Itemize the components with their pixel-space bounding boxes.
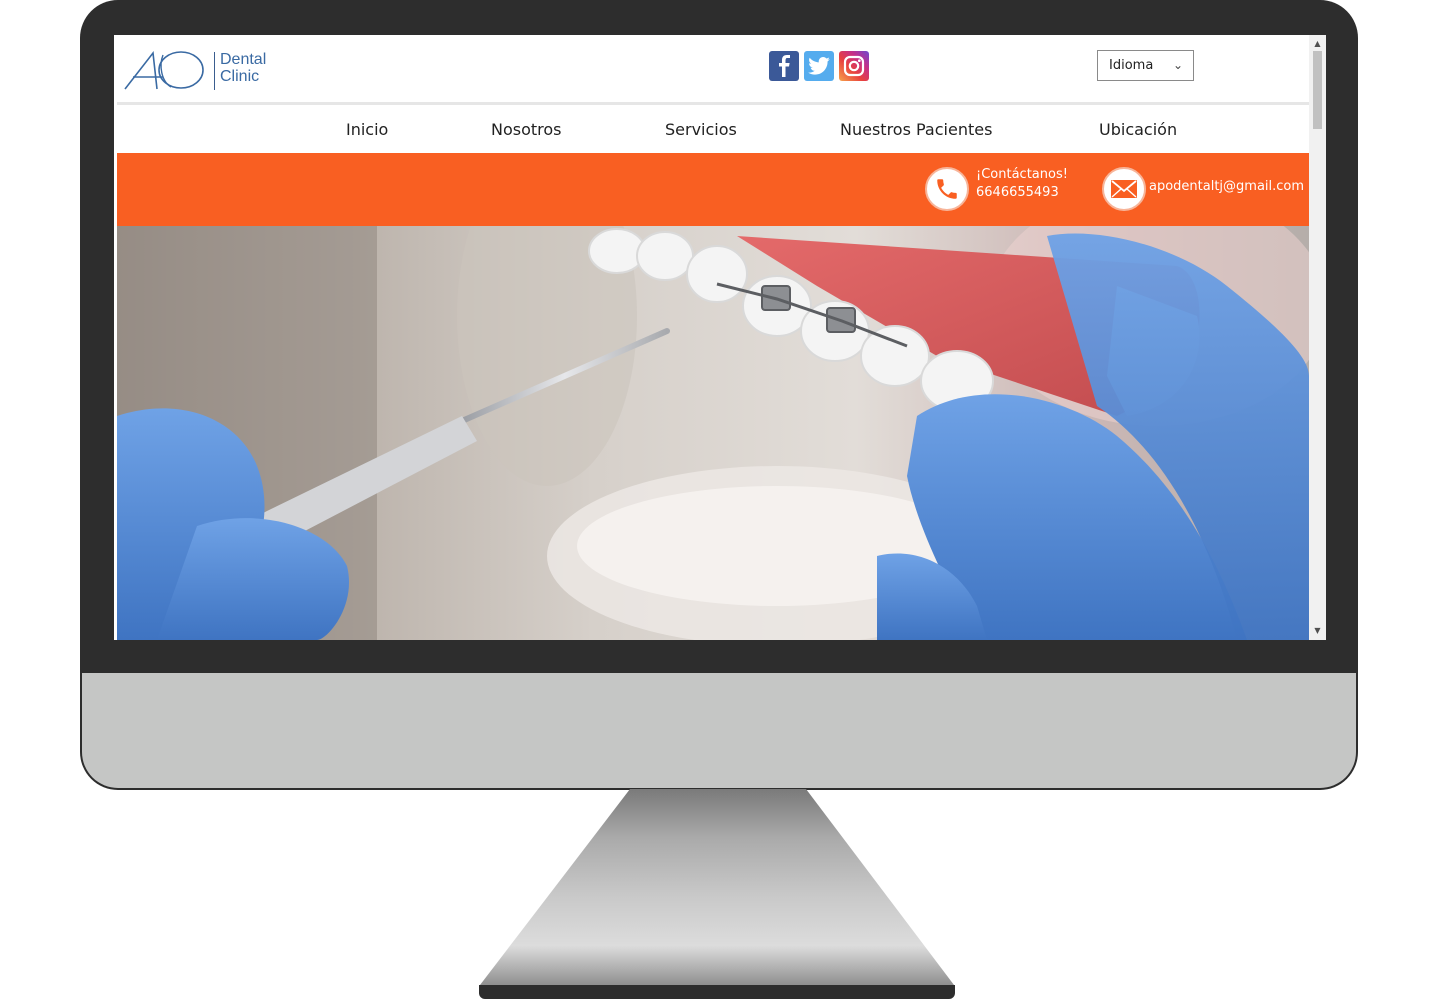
hero-dental-braces-illustration bbox=[117, 226, 1309, 640]
instagram-icon[interactable] bbox=[839, 51, 869, 81]
logo-line-dental: Dental bbox=[220, 51, 267, 68]
language-select-value: Idioma bbox=[1109, 58, 1154, 73]
contact-phone-block: ¡Contáctanos! 6646655493 bbox=[976, 166, 1068, 202]
social-links bbox=[769, 51, 869, 81]
monitor-stand bbox=[480, 789, 954, 985]
contact-email[interactable]: apodentaltj@gmail.com bbox=[1149, 178, 1304, 196]
browser-viewport: Dental Clinic Idioma ⌄ Inicio Nosotros S… bbox=[114, 35, 1326, 640]
email-icon[interactable] bbox=[1102, 167, 1146, 211]
contact-heading: ¡Contáctanos! bbox=[976, 167, 1068, 182]
main-nav: Inicio Nosotros Servicios Nuestros Pacie… bbox=[117, 105, 1309, 153]
contact-bar: ¡Contáctanos! 6646655493 apodentaltj@gma… bbox=[117, 153, 1309, 226]
site-header: Dental Clinic Idioma ⌄ bbox=[117, 38, 1309, 105]
hero-image bbox=[117, 226, 1309, 640]
logo-text: Dental Clinic bbox=[220, 51, 266, 85]
nav-item-servicios[interactable]: Servicios bbox=[665, 120, 737, 139]
logo-monogram-icon bbox=[124, 50, 204, 90]
website-page: Dental Clinic Idioma ⌄ Inicio Nosotros S… bbox=[117, 38, 1309, 640]
language-select[interactable]: Idioma ⌄ bbox=[1097, 50, 1194, 81]
scroll-up-arrow-icon[interactable]: ▲ bbox=[1309, 37, 1326, 51]
nav-item-nuestros-pacientes[interactable]: Nuestros Pacientes bbox=[840, 120, 992, 139]
contact-phone-number[interactable]: 6646655493 bbox=[976, 184, 1068, 202]
scroll-down-arrow-icon[interactable]: ▼ bbox=[1309, 624, 1326, 638]
clinic-logo[interactable]: Dental Clinic bbox=[123, 47, 283, 93]
nav-item-ubicacion[interactable]: Ubicación bbox=[1099, 120, 1177, 139]
facebook-icon[interactable] bbox=[769, 51, 799, 81]
phone-icon[interactable] bbox=[925, 167, 969, 211]
chevron-down-icon: ⌄ bbox=[1172, 58, 1183, 72]
logo-divider bbox=[214, 52, 215, 90]
nav-item-nosotros[interactable]: Nosotros bbox=[491, 120, 562, 139]
logo-line-clinic: Clinic bbox=[220, 68, 260, 85]
nav-item-inicio[interactable]: Inicio bbox=[346, 120, 388, 139]
page-scrollbar[interactable]: ▲ ▼ bbox=[1309, 35, 1326, 640]
scrollbar-thumb[interactable] bbox=[1313, 51, 1322, 129]
twitter-icon[interactable] bbox=[804, 51, 834, 81]
monitor-base bbox=[479, 985, 955, 999]
monitor-chin bbox=[80, 673, 1358, 790]
